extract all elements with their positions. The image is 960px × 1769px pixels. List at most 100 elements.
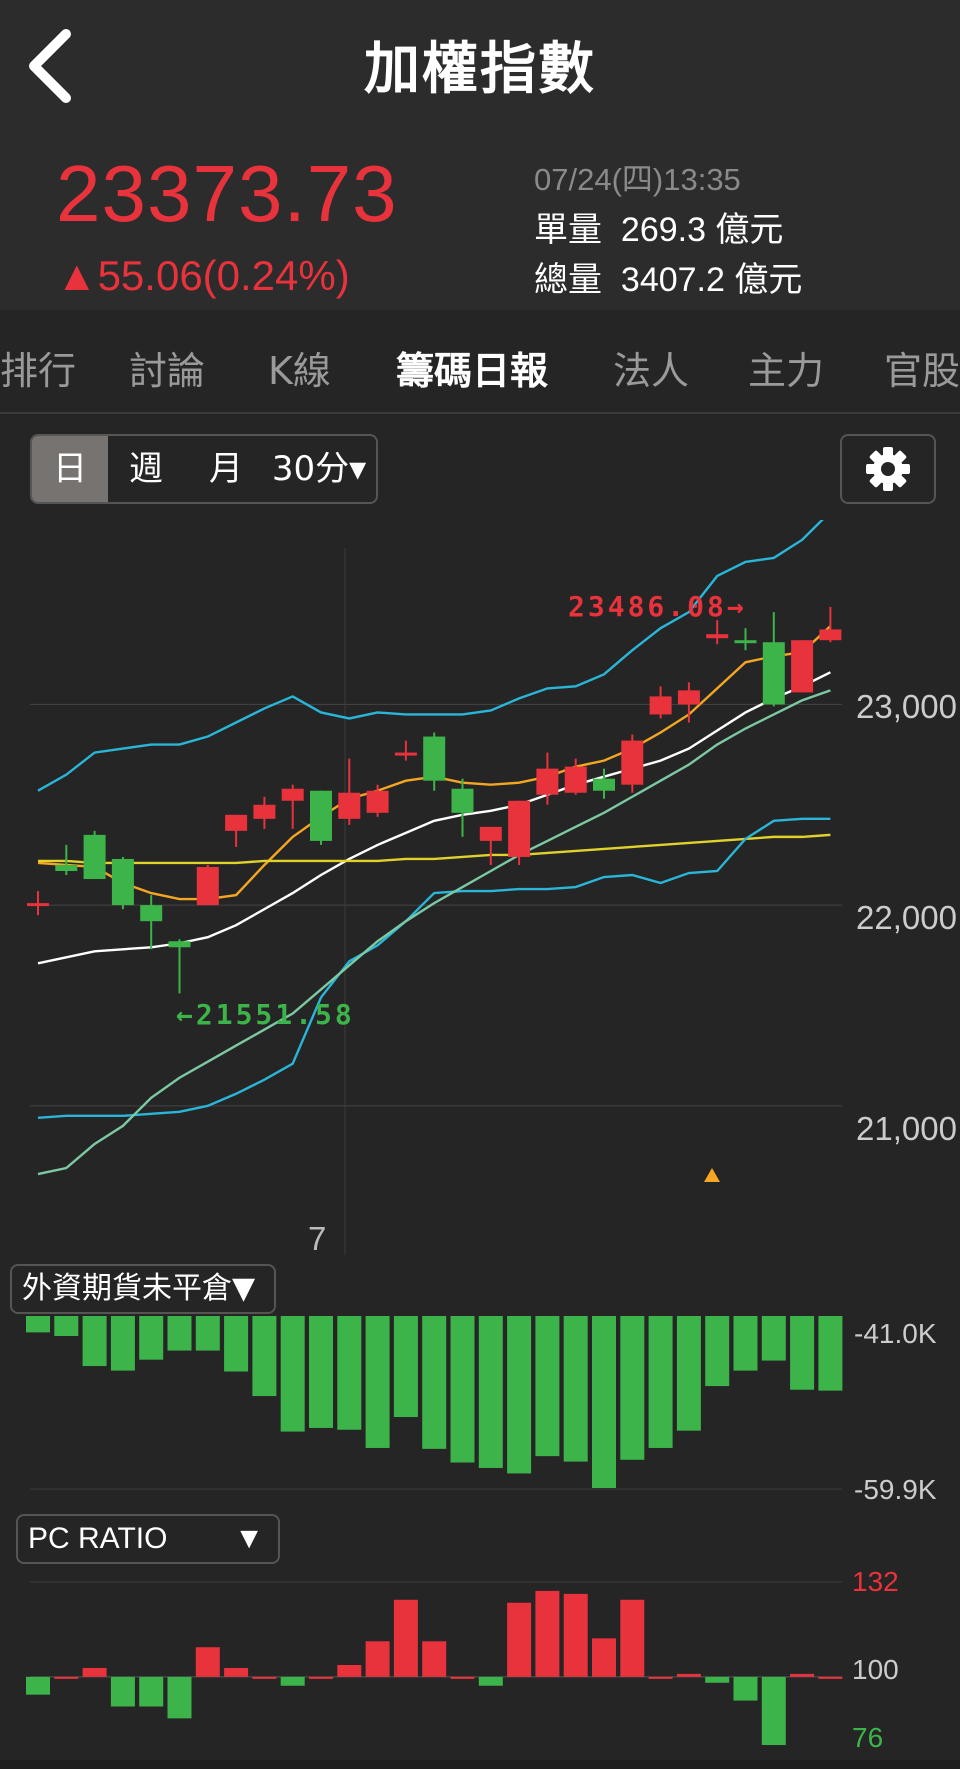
pc-ratio-bar — [507, 1602, 532, 1677]
pc-ratio-bar — [620, 1599, 645, 1677]
futures-bar — [790, 1316, 815, 1390]
candlestick-chart[interactable] — [0, 520, 960, 1260]
tab-institutional[interactable]: 法人 — [613, 340, 689, 395]
futures-bar — [252, 1316, 277, 1397]
total-volume-value: 3407.2 億元 — [620, 261, 803, 299]
period-day-button[interactable]: 日 — [32, 436, 108, 502]
pc-ratio-bar — [535, 1590, 560, 1677]
chart-settings-button[interactable] — [840, 434, 936, 504]
dropdown-arrow-icon: ▼ — [234, 1522, 264, 1555]
candle-body — [762, 642, 785, 705]
candle-body — [253, 804, 276, 819]
futures-axis-bottom: -59.9K — [854, 1474, 937, 1505]
futures-bar — [733, 1316, 758, 1371]
pc-ratio-bar — [676, 1673, 701, 1677]
futures-bar — [563, 1316, 588, 1462]
pc-ratio-bar — [790, 1673, 815, 1677]
futures-bar — [507, 1316, 532, 1474]
pc-ratio-bar — [54, 1676, 79, 1679]
tab-discussion[interactable]: 討論 — [129, 340, 205, 395]
futures-axis-top: -41.0K — [854, 1318, 937, 1349]
candle-body — [281, 788, 304, 801]
single-volume-value: 269.3 億元 — [620, 211, 784, 249]
candle-body — [706, 634, 729, 639]
pc-ratio-bar — [365, 1641, 390, 1677]
pc-ratio-bar — [393, 1599, 418, 1677]
candle-body — [366, 790, 389, 813]
futures-bar — [535, 1316, 560, 1457]
futures-bar — [195, 1316, 220, 1351]
page-title: 加權指數 — [364, 37, 596, 102]
candle-body — [479, 826, 502, 841]
index-price: 23373.73 — [56, 149, 398, 238]
period-minute-dropdown[interactable]: 30分▾ — [262, 436, 376, 502]
candle-body — [508, 800, 531, 857]
candle-body — [593, 778, 615, 791]
period-month-button[interactable]: 月 — [196, 436, 256, 502]
futures-bar — [82, 1316, 107, 1367]
candle-body — [83, 834, 106, 880]
pc-axis-mid: 100 — [852, 1654, 899, 1685]
pc-ratio-bar — [422, 1641, 447, 1677]
tab-main-force[interactable]: 主力 — [748, 340, 824, 395]
gear-icon — [866, 447, 910, 491]
single-volume-row: 單量 269.3 億元 — [534, 202, 783, 251]
pc-ratio-bar — [195, 1647, 220, 1677]
futures-bar — [309, 1316, 333, 1428]
moving-average-line — [38, 833, 831, 865]
candle-body — [196, 866, 219, 906]
futures-bar — [761, 1316, 786, 1361]
candle-body — [225, 814, 248, 831]
futures-bar — [280, 1316, 305, 1432]
y-tick-21000: 21,000 — [856, 1110, 957, 1147]
candle-body — [338, 792, 361, 819]
pc-ratio-bar — [761, 1676, 786, 1746]
pc-ratio-bar — [167, 1676, 192, 1719]
pc-ratio-bar — [648, 1676, 673, 1679]
tab-chip-report[interactable]: 籌碼日報 — [396, 340, 548, 395]
candle-body — [451, 788, 474, 813]
candle-body — [55, 864, 78, 872]
signal-triangle-icon — [704, 1168, 720, 1182]
candle-body — [791, 640, 814, 693]
candle-body — [140, 905, 163, 922]
futures-bar — [620, 1316, 645, 1460]
bottom-strip — [0, 1760, 960, 1769]
futures-indicator-dropdown[interactable]: 外資期貨未平倉▼ — [10, 1264, 276, 1314]
candle-body — [310, 790, 332, 841]
candle-body — [677, 690, 700, 705]
futures-bar — [648, 1316, 673, 1448]
futures-oi-bar-chart — [26, 1316, 843, 1490]
futures-bar — [337, 1316, 362, 1430]
low-marker-label: ←21551.58 — [176, 998, 355, 1031]
pc-ratio-bar — [26, 1676, 50, 1695]
candle-body — [819, 629, 842, 641]
futures-bar — [54, 1316, 79, 1337]
futures-bar — [110, 1316, 135, 1371]
pc-ratio-bar — [705, 1676, 730, 1683]
single-volume-label: 單量 — [534, 211, 602, 249]
futures-bar — [224, 1316, 249, 1372]
futures-bar — [422, 1316, 447, 1449]
pc-ratio-bar — [563, 1593, 588, 1677]
tab-state-funds[interactable]: 官股 — [884, 340, 960, 395]
period-week-button[interactable]: 週 — [116, 436, 176, 502]
futures-bar — [393, 1316, 418, 1418]
tab-ranking[interactable]: 排行 — [0, 340, 76, 395]
futures-bar — [592, 1316, 616, 1488]
pc-ratio-bar — [82, 1667, 107, 1677]
pc-ratio-bar — [818, 1676, 843, 1679]
tab-kline[interactable]: K線 — [268, 340, 331, 395]
pc-ratio-bar — [450, 1676, 475, 1679]
total-volume-row: 總量 3407.2 億元 — [534, 252, 802, 301]
futures-bar — [365, 1316, 390, 1448]
quote-datetime: 07/24(四)13:35 — [534, 162, 741, 197]
pc-ratio-bar — [252, 1676, 277, 1679]
pc-ratio-dropdown[interactable]: PC RATIO ▼ — [16, 1514, 280, 1564]
candle-body — [621, 740, 644, 785]
pc-ratio-bar — [337, 1665, 362, 1677]
pc-ratio-bar — [592, 1638, 616, 1677]
pc-ratio-bar — [309, 1676, 333, 1679]
futures-bar — [676, 1316, 701, 1431]
pc-ratio-bar — [110, 1676, 135, 1707]
